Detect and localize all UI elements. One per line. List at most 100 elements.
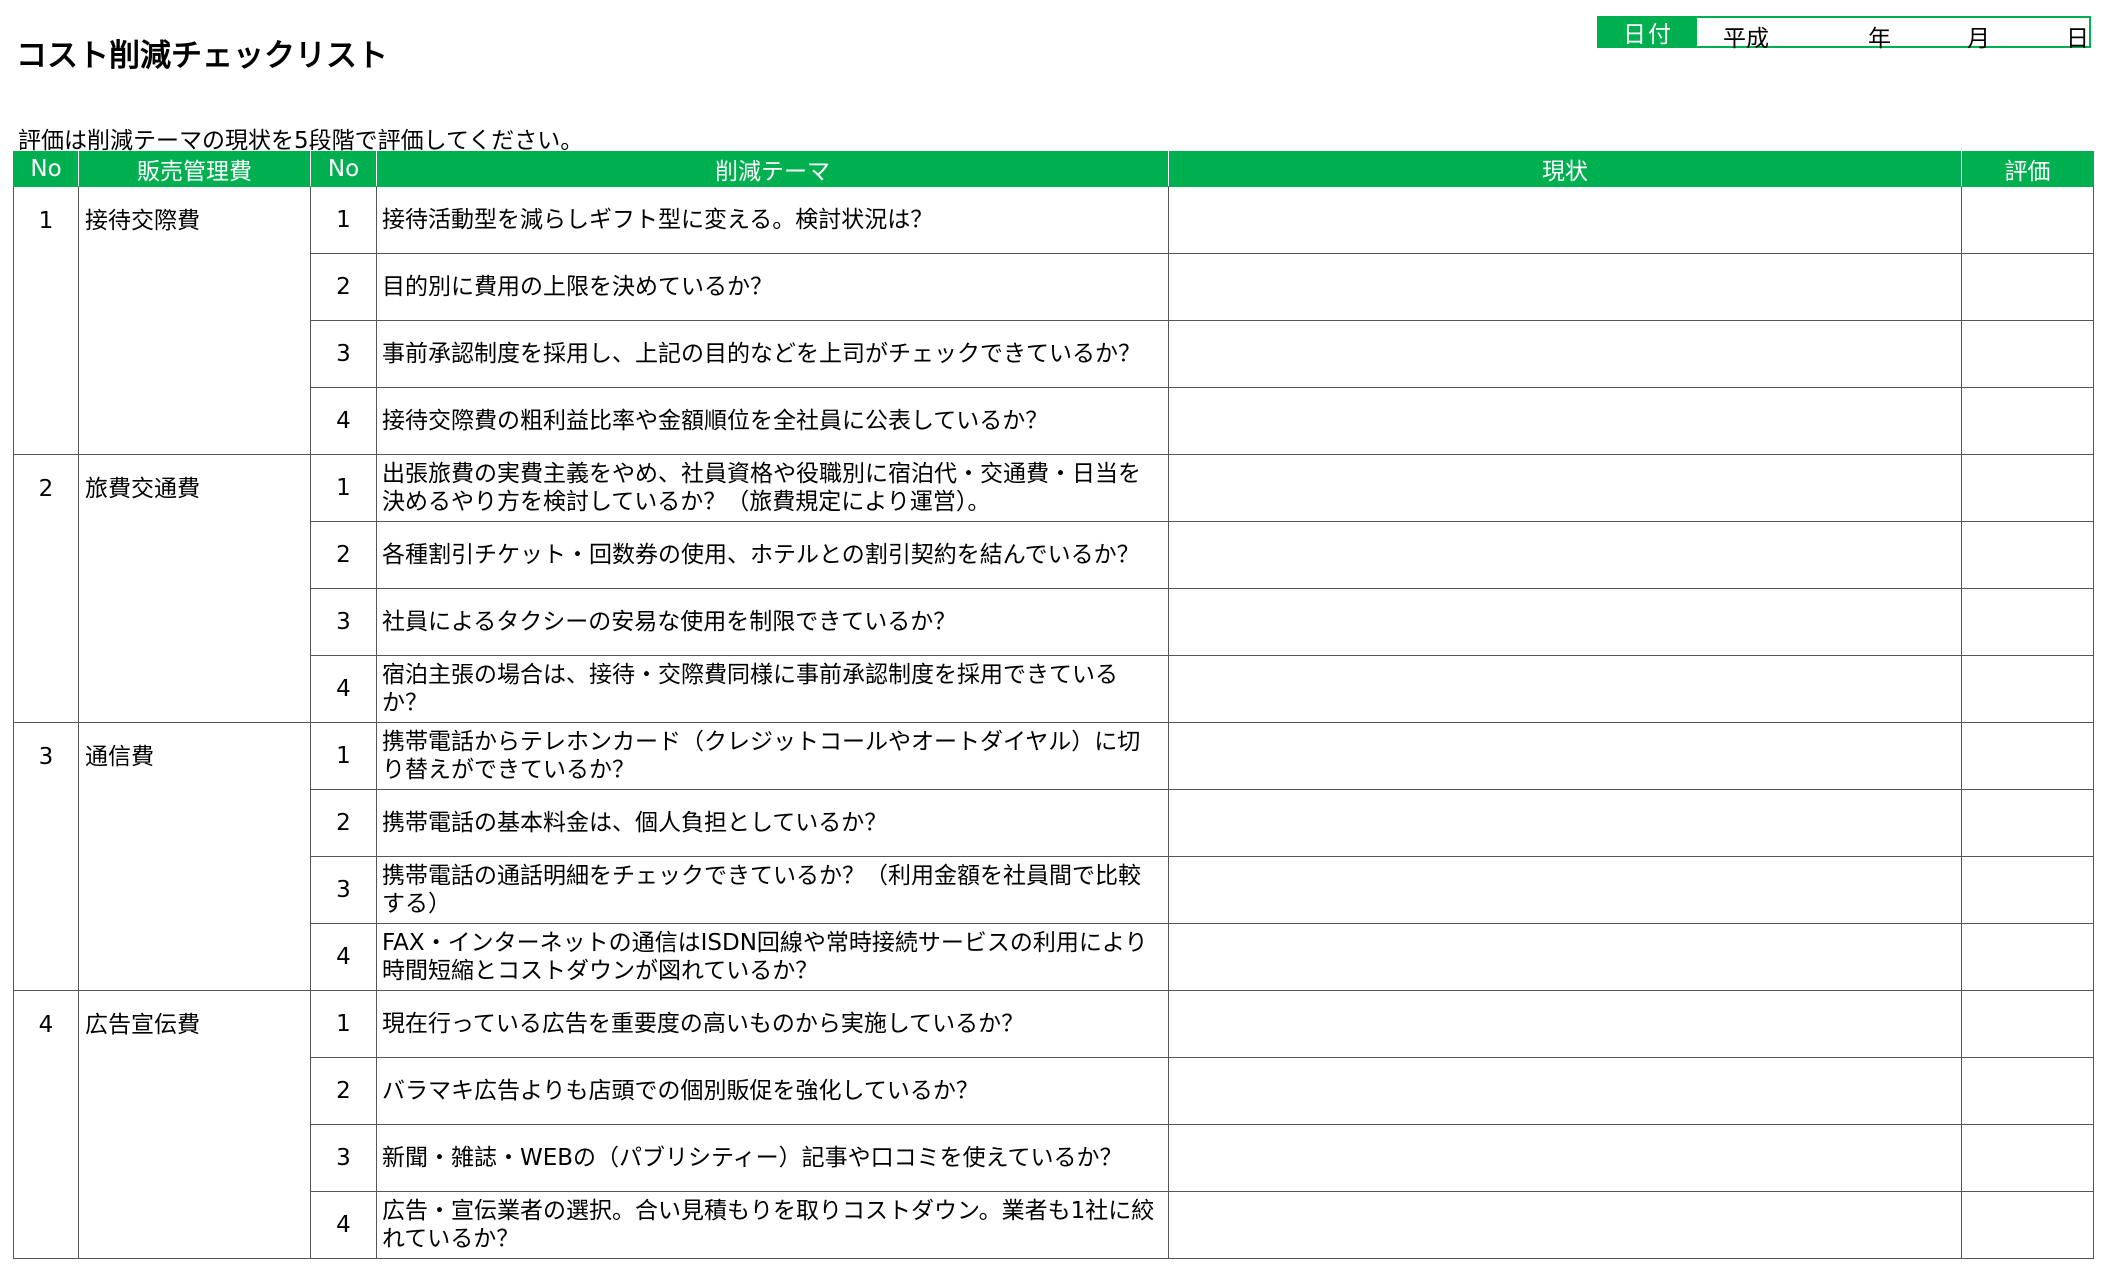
item-no-cell: 4 bbox=[310, 655, 377, 723]
date-label: 日付 bbox=[1599, 18, 1697, 48]
rating-cell[interactable] bbox=[1961, 320, 2094, 388]
table-row: 3 携帯電話の通話明細をチェックできているか？（利用金額を社員間で比較する） bbox=[14, 856, 2094, 924]
item-no-cell: 2 bbox=[310, 521, 377, 589]
rating-cell[interactable] bbox=[1961, 454, 2094, 522]
date-year-label: 年 bbox=[1868, 26, 1891, 52]
table-row: 4 接待交際費の粗利益比率や金額順位を全社員に公表しているか？ bbox=[14, 387, 2094, 455]
table-row: 1 接待交際費 1 接待活動型を減らしギフト型に変える。検討状況は？ bbox=[13, 186, 2094, 455]
item-no-cell: 4 bbox=[310, 1191, 377, 1259]
reduction-theme-cell: 各種割引チケット・回数券の使用、ホテルとの割引契約を結んでいるか？ bbox=[376, 521, 1169, 589]
reduction-theme-cell: 出張旅費の実費主義をやめ、社員資格や役職別に宿泊代・交通費・日当を決めるやり方を… bbox=[376, 454, 1169, 522]
reduction-theme-cell: バラマキ広告よりも店頭での個別販促を強化しているか？ bbox=[376, 1057, 1169, 1125]
item-no-cell: 3 bbox=[310, 856, 377, 924]
item-no-cell: 3 bbox=[310, 1124, 377, 1192]
table-row: 4 広告・宣伝業者の選択。合い見積もりを取りコストダウン。業者も1社に絞れているか… bbox=[14, 1191, 2094, 1259]
table-row: 3 新聞・雑誌・WEBの（パブリシティー）記事や口コミを使えているか？ bbox=[14, 1124, 2094, 1192]
reduction-theme-cell: 接待活動型を減らしギフト型に変える。検討状況は？ bbox=[376, 186, 1169, 254]
reduction-theme-cell: 社員によるタクシーの安易な使用を制限できているか？ bbox=[376, 588, 1169, 656]
reduction-theme-cell: 携帯電話の通話明細をチェックできているか？（利用金額を社員間で比較する） bbox=[376, 856, 1169, 924]
rating-cell[interactable] bbox=[1961, 856, 2094, 924]
category-no-cell: 3 bbox=[13, 722, 79, 991]
current-status-cell[interactable] bbox=[1168, 1124, 1962, 1192]
date-field[interactable]: 日付 平成 年 月 日 bbox=[1597, 16, 2091, 52]
current-status-cell[interactable] bbox=[1168, 454, 1962, 522]
table-row: 4 宿泊主張の場合は、接待・交際費同様に事前承認制度を採用できているか？ bbox=[14, 655, 2094, 723]
date-month-label: 月 bbox=[1967, 26, 1990, 52]
reduction-theme-cell: 携帯電話からテレホンカード（クレジットコールやオートダイヤル）に切り替えができて… bbox=[376, 722, 1169, 790]
current-status-cell[interactable] bbox=[1168, 856, 1962, 924]
table-row: 3 社員によるタクシーの安易な使用を制限できているか？ bbox=[14, 588, 2094, 656]
instruction-text: 評価は削減テーマの現状を5段階で評価してください。 bbox=[18, 128, 584, 154]
category-name-cell: 広告宣伝費 bbox=[78, 990, 311, 1259]
header-current-status: 現状 bbox=[1168, 151, 1962, 187]
category-name-cell: 接待交際費 bbox=[78, 186, 311, 455]
reduction-theme-cell: 接待交際費の粗利益比率や金額順位を全社員に公表しているか？ bbox=[376, 387, 1169, 455]
category-name-cell: 旅費交通費 bbox=[78, 454, 311, 723]
reduction-theme-cell: 目的別に費用の上限を決めているか？ bbox=[376, 253, 1169, 321]
current-status-cell[interactable] bbox=[1168, 789, 1962, 857]
table-row: 2 各種割引チケット・回数券の使用、ホテルとの割引契約を結んでいるか？ bbox=[14, 521, 2094, 589]
current-status-cell[interactable] bbox=[1168, 722, 1962, 790]
reduction-theme-cell: 現在行っている広告を重要度の高いものから実施しているか？ bbox=[376, 990, 1169, 1058]
current-status-cell[interactable] bbox=[1168, 588, 1962, 656]
current-status-cell[interactable] bbox=[1168, 253, 1962, 321]
category-no-cell: 2 bbox=[13, 454, 79, 723]
rating-cell[interactable] bbox=[1961, 1124, 2094, 1192]
table-row: 2 バラマキ広告よりも店頭での個別販促を強化しているか？ bbox=[14, 1057, 2094, 1125]
current-status-cell[interactable] bbox=[1168, 990, 1962, 1058]
header-no: No bbox=[13, 151, 79, 187]
category-no-cell: 4 bbox=[13, 990, 79, 1259]
header-row: No 販売管理費 No 削減テーマ 現状 評価 bbox=[13, 151, 2094, 187]
current-status-cell[interactable] bbox=[1168, 1191, 1962, 1259]
item-no-cell: 1 bbox=[310, 990, 377, 1058]
rating-cell[interactable] bbox=[1961, 387, 2094, 455]
current-status-cell[interactable] bbox=[1168, 923, 1962, 991]
table-row: 2 目的別に費用の上限を決めているか？ bbox=[14, 253, 2094, 321]
rating-cell[interactable] bbox=[1961, 253, 2094, 321]
table-row: 3 通信費 1 携帯電話からテレホンカード（クレジットコールやオートダイヤル）に切り替… bbox=[13, 722, 2094, 991]
reduction-theme-cell: 事前承認制度を採用し、上記の目的などを上司がチェックできているか？ bbox=[376, 320, 1169, 388]
current-status-cell[interactable] bbox=[1168, 521, 1962, 589]
rating-cell[interactable] bbox=[1961, 186, 2094, 254]
item-no-cell: 1 bbox=[310, 186, 377, 254]
header-item-no: No bbox=[310, 151, 377, 187]
page-title: コスト削減チェックリスト bbox=[16, 38, 388, 74]
category-name-cell: 通信費 bbox=[78, 722, 311, 991]
item-no-cell: 1 bbox=[310, 454, 377, 522]
rating-cell[interactable] bbox=[1961, 923, 2094, 991]
category-no-cell: 1 bbox=[13, 186, 79, 455]
rating-cell[interactable] bbox=[1961, 789, 2094, 857]
rating-cell[interactable] bbox=[1961, 1057, 2094, 1125]
rating-cell[interactable] bbox=[1961, 655, 2094, 723]
item-no-cell: 2 bbox=[310, 253, 377, 321]
header-reduction-theme: 削減テーマ bbox=[376, 151, 1169, 187]
item-no-cell: 4 bbox=[310, 923, 377, 991]
current-status-cell[interactable] bbox=[1168, 655, 1962, 723]
header-expense-category: 販売管理費 bbox=[78, 151, 311, 187]
rating-cell[interactable] bbox=[1961, 990, 2094, 1058]
date-input-area[interactable]: 平成 年 月 日 bbox=[1697, 18, 2089, 52]
reduction-theme-cell: 宿泊主張の場合は、接待・交際費同様に事前承認制度を採用できているか？ bbox=[376, 655, 1169, 723]
table-row: 4 広告宣伝費 1 現在行っている広告を重要度の高いものから実施しているか？ bbox=[13, 990, 2094, 1259]
current-status-cell[interactable] bbox=[1168, 387, 1962, 455]
header-rating: 評価 bbox=[1961, 151, 2094, 187]
reduction-theme-cell: 新聞・雑誌・WEBの（パブリシティー）記事や口コミを使えているか？ bbox=[376, 1124, 1169, 1192]
current-status-cell[interactable] bbox=[1168, 1057, 1962, 1125]
rating-cell[interactable] bbox=[1961, 521, 2094, 589]
item-no-cell: 1 bbox=[310, 722, 377, 790]
rating-cell[interactable] bbox=[1961, 588, 2094, 656]
rating-cell[interactable] bbox=[1961, 1191, 2094, 1259]
table-row: 3 事前承認制度を採用し、上記の目的などを上司がチェックできているか？ bbox=[14, 320, 2094, 388]
table-row: 4 FAX・インターネットの通信はISDN回線や常時接続サービスの利用により時間短… bbox=[14, 923, 2094, 991]
reduction-theme-cell: 広告・宣伝業者の選択。合い見積もりを取りコストダウン。業者も1社に絞れているか？ bbox=[376, 1191, 1169, 1259]
item-no-cell: 3 bbox=[310, 320, 377, 388]
checklist-table: No 販売管理費 No 削減テーマ 現状 評価 1 接待交際費 1 接待活動型を減らし… bbox=[13, 151, 2094, 1259]
rating-cell[interactable] bbox=[1961, 722, 2094, 790]
current-status-cell[interactable] bbox=[1168, 186, 1962, 254]
item-no-cell: 3 bbox=[310, 588, 377, 656]
current-status-cell[interactable] bbox=[1168, 320, 1962, 388]
table-row: 2 携帯電話の基本料金は、個人負担としているか？ bbox=[14, 789, 2094, 857]
table-row: 2 旅費交通費 1 出張旅費の実費主義をやめ、社員資格や役職別に宿泊代・交通費・日当を… bbox=[13, 454, 2094, 723]
date-era: 平成 bbox=[1723, 26, 1769, 52]
date-day-label: 日 bbox=[2066, 26, 2089, 52]
